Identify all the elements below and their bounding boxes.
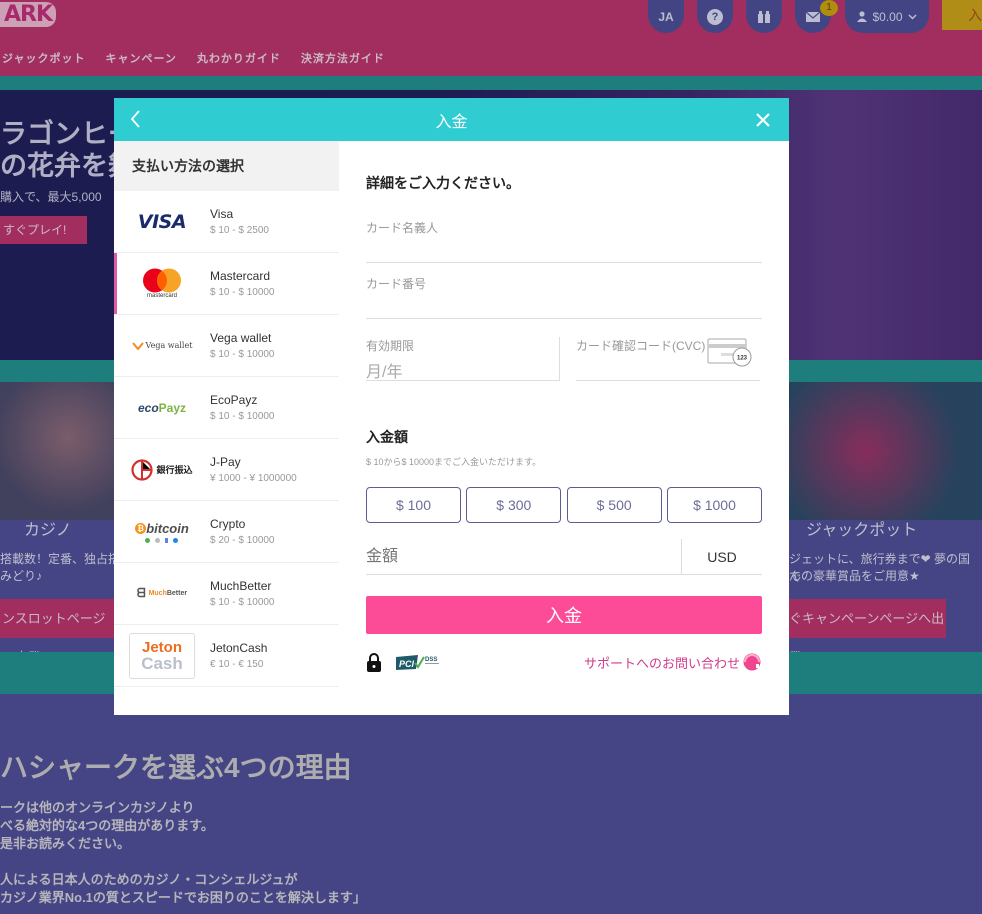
cash-logo-text: Cash — [141, 653, 183, 673]
payment-method-list: 支払い方法の選択 VISA Visa $ 10 - $ 2500 masterca… — [114, 141, 339, 687]
method-name: Visa — [210, 207, 234, 221]
expiry-placeholder: 月/年 — [366, 364, 403, 381]
card-number-placeholder: カード番号 — [366, 277, 427, 291]
method-range: $ 10 - $ 10000 — [210, 349, 275, 360]
expiry-label: 有効期限 — [366, 339, 415, 353]
amount-title: 入金額 — [366, 429, 408, 445]
method-range: $ 20 - $ 10000 — [210, 535, 275, 546]
cvc-label: カード確認コード(CVC) — [576, 339, 706, 353]
lock-icon — [367, 653, 381, 672]
method-name: Crypto — [210, 517, 246, 531]
card-holder-placeholder: カード名義人 — [366, 221, 439, 235]
security-footer: PCI DSS サポートへのお問い合わせ — [366, 650, 762, 674]
method-crypto[interactable]: ₿ bitcoin Crypto $ 20 - $ 10000 — [114, 501, 339, 563]
cvc-field[interactable]: カード確認コード(CVC) 123 — [576, 337, 760, 381]
method-range: $ 10 - $ 2500 — [210, 225, 269, 236]
close-icon[interactable] — [753, 110, 773, 130]
amount-option-100[interactable]: $ 100 — [366, 487, 461, 523]
method-name: J-Pay — [210, 455, 241, 469]
ecopayz-logo-text: ecoPayz — [137, 400, 187, 415]
bitcoin-logo-text: bitcoin — [146, 520, 189, 536]
amount-options: $ 100 $ 300 $ 500 $ 1000 — [366, 487, 762, 523]
bitcoin-logo: ₿ bitcoin — [114, 521, 210, 543]
jpay-logo: 銀行振込 — [114, 458, 210, 481]
jpay-logo-text: 銀行振込 — [156, 465, 193, 475]
mastercard-logo: mastercard — [114, 268, 210, 299]
deposit-modal: 入金 支払い方法の選択 VISA Visa $ 10 - $ 2500 maste… — [114, 98, 789, 715]
method-range: ¥ 1000 - ¥ 1000000 — [210, 473, 297, 484]
payment-method-heading: 支払い方法の選択 — [114, 141, 339, 191]
method-name: Vega wallet — [210, 331, 272, 345]
jpay-icon — [131, 458, 154, 481]
method-mastercard[interactable]: mastercard Mastercard $ 10 - $ 10000 — [114, 253, 339, 315]
method-visa[interactable]: VISA Visa $ 10 - $ 2500 — [114, 191, 339, 253]
amount-option-1000[interactable]: $ 1000 — [666, 487, 762, 523]
method-name: EcoPayz — [210, 393, 258, 407]
method-name: MuchBetter — [210, 579, 272, 593]
cvc-hint-number: 123 — [737, 356, 748, 362]
method-range: € 10 - € 150 — [210, 659, 264, 670]
expiry-field[interactable]: 有効期限 月/年 — [366, 337, 560, 381]
support-link-text: サポートへのお問い合わせ — [583, 655, 740, 671]
amount-field-row: USD — [366, 539, 762, 575]
modal-header: 入金 — [114, 98, 789, 141]
chevron-left-icon[interactable] — [124, 107, 148, 131]
amount-option-300[interactable]: $ 300 — [466, 487, 562, 523]
cvc-card-icon: 123 — [707, 338, 752, 367]
ecopayz-logo: ecoPayz — [114, 401, 210, 415]
method-name: JetonCash — [210, 641, 268, 655]
method-muchbetter[interactable]: ᗺ MuchBetter MuchBetter $ 10 - $ 10000 — [114, 563, 339, 625]
method-range: $ 10 - $ 10000 — [210, 287, 275, 298]
svg-text:DSS: DSS — [425, 657, 437, 663]
muchbetter-logo-text: MuchBetter — [148, 590, 188, 597]
mastercard-circles-icon — [143, 268, 181, 293]
vega-icon — [131, 341, 144, 351]
method-name: Mastercard — [210, 269, 271, 283]
method-ecopayz[interactable]: ecoPayz EcoPayz $ 10 - $ 10000 — [114, 377, 339, 439]
method-range: $ 10 - $ 10000 — [210, 411, 275, 422]
card-number-field[interactable]: カード番号 — [366, 275, 762, 319]
method-range: $ 10 - $ 10000 — [210, 597, 275, 608]
method-jetoncash[interactable]: Jeton Cash JetonCash € 10 - € 150 — [114, 625, 339, 687]
bitcoin-icon: ₿ — [135, 522, 147, 534]
support-contact-link[interactable]: サポートへのお問い合わせ — [584, 652, 762, 672]
visa-logo: VISA — [114, 211, 210, 233]
muchbetter-logo: ᗺ MuchBetter — [114, 586, 210, 601]
method-jpay[interactable]: 銀行振込 J-Pay ¥ 1000 - ¥ 1000000 — [114, 439, 339, 501]
support-headset-icon — [743, 653, 761, 671]
vega-wallet-logo: Vega wallet — [114, 341, 210, 351]
amount-input[interactable] — [366, 539, 681, 574]
amount-option-500[interactable]: $ 500 — [566, 487, 662, 523]
muchbetter-icon: ᗺ — [136, 586, 146, 600]
svg-text:PCI: PCI — [399, 659, 415, 669]
card-holder-field[interactable]: カード名義人 — [366, 219, 762, 263]
modal-title: 入金 — [435, 113, 468, 131]
jetoncash-logo: Jeton Cash — [114, 632, 210, 679]
amount-hint: $ 10から$ 10000までご入金いただけます。 — [366, 457, 542, 467]
currency-label: USD — [681, 539, 762, 574]
mastercard-logo-text: mastercard — [146, 293, 177, 299]
vega-logo-text: Vega wallet — [145, 341, 193, 350]
form-title: 詳細をご入力ください。 — [366, 175, 520, 191]
pci-dss-icon: PCI DSS — [396, 655, 439, 670]
deposit-submit-button[interactable]: 入金 — [366, 596, 762, 634]
crypto-coin-icons — [145, 537, 179, 543]
method-vega-wallet[interactable]: Vega wallet Vega wallet $ 10 - $ 10000 — [114, 315, 339, 377]
visa-logo-text: VISA — [137, 210, 187, 233]
